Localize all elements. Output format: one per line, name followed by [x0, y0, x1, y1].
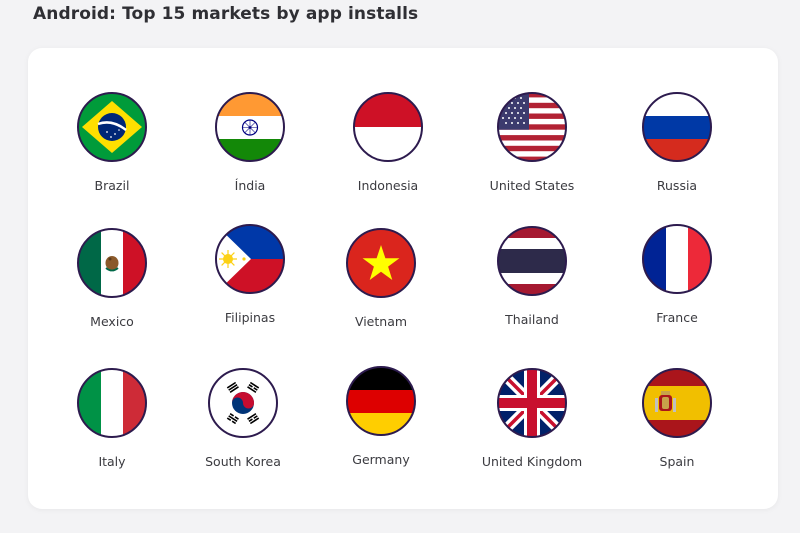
market-label: Italy [98, 454, 126, 469]
market-item-south-korea: South Korea [168, 368, 318, 469]
market-label: Thailand [505, 312, 559, 327]
market-label: France [656, 310, 698, 325]
market-item-spain: Spain [602, 368, 752, 469]
thailand-flag-icon [497, 226, 567, 296]
market-item-united-states: United States [457, 92, 607, 193]
spain-flag-icon [642, 368, 712, 438]
market-item-russia: Russia [602, 92, 752, 193]
russia-flag-icon [642, 92, 712, 162]
france-flag-icon [642, 224, 712, 294]
market-label: Spain [659, 454, 695, 469]
market-label: South Korea [205, 454, 281, 469]
market-item-united-kingdom: United Kingdom [457, 368, 607, 469]
india-flag-icon [215, 92, 285, 162]
markets-card: Brazil Índia Indonesia United States Rus… [28, 48, 778, 509]
market-item-india: Índia [175, 92, 325, 193]
market-item-germany: Germany [306, 366, 456, 467]
market-label: Mexico [90, 314, 134, 329]
market-label: Vietnam [354, 314, 408, 329]
market-label: United States [489, 178, 575, 193]
page-title: Android: Top 15 markets by app installs [33, 4, 419, 24]
market-label: Filipinas [224, 310, 276, 325]
philippines-flag-icon [215, 224, 285, 294]
germany-flag-icon [346, 366, 416, 436]
italy-flag-icon [77, 368, 147, 438]
market-item-brazil: Brazil [37, 92, 187, 193]
brazil-flag-icon [77, 92, 147, 162]
market-label: Russia [656, 178, 698, 193]
market-item-vietnam: Vietnam [306, 228, 456, 329]
market-label: Índia [234, 178, 266, 193]
market-item-indonesia: Indonesia [313, 92, 463, 193]
market-label: Indonesia [357, 178, 419, 193]
market-item-philippines: Filipinas [175, 224, 325, 325]
market-label: United Kingdom [481, 454, 583, 469]
market-item-mexico: Mexico [37, 228, 187, 329]
vietnam-flag-icon [346, 228, 416, 298]
united-states-flag-icon [497, 92, 567, 162]
mexico-flag-icon [77, 228, 147, 298]
market-item-italy: Italy [37, 368, 187, 469]
market-item-france: France [602, 224, 752, 325]
market-label: Germany [352, 452, 410, 467]
south-korea-flag-icon [208, 368, 278, 438]
united-kingdom-flag-icon [497, 368, 567, 438]
indonesia-flag-icon [353, 92, 423, 162]
market-label: Brazil [94, 178, 130, 193]
market-item-thailand: Thailand [457, 226, 607, 327]
